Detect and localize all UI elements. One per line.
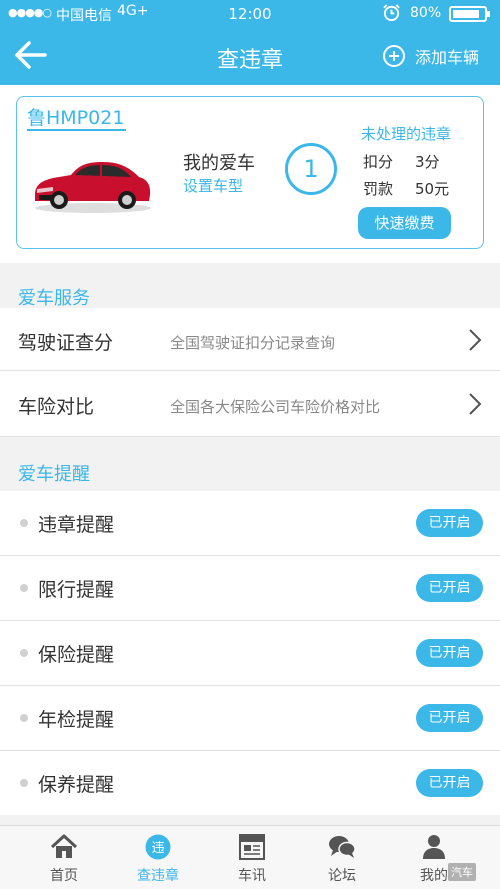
- divider: [0, 370, 500, 371]
- set-model-link[interactable]: 设置车型: [183, 175, 243, 196]
- reminder-name: 限行提醒: [38, 579, 115, 601]
- bullet-dot: [20, 714, 28, 722]
- reminders-section-title: 爱车提醒: [18, 464, 90, 485]
- service-name: 车险对比: [18, 396, 95, 418]
- news-icon: [239, 834, 265, 860]
- add-vehicle-button[interactable]: 添加车辆: [383, 43, 479, 69]
- add-vehicle-label: 添加车辆: [415, 48, 480, 67]
- reminder-name: 年检提醒: [38, 709, 115, 731]
- violation-count: 1: [285, 143, 337, 195]
- reminder-toggle[interactable]: 已开启: [416, 639, 483, 667]
- reminder-item-insurance: 保险提醒 已开启: [0, 621, 500, 685]
- reminder-item-violation: 违章提醒 已开启: [0, 491, 500, 555]
- service-desc: 全国驾驶证扣分记录查询: [170, 334, 336, 352]
- nav-bar: 查违章 添加车辆: [0, 28, 500, 85]
- tab-label: 车讯: [238, 868, 266, 884]
- status-bar: ●●●●○ 中国电信 4G+ 12:00 80%: [0, 0, 500, 28]
- reminder-item-maintenance: 保养提醒 已开启: [0, 751, 500, 815]
- car-card[interactable]: 鲁HMP021 我的爱车 设置车型 1 未处理的违章 扣分 3分 罚款 50元 …: [16, 96, 484, 249]
- bullet-dot: [20, 519, 28, 527]
- deduct-row: 扣分 3分: [363, 151, 463, 172]
- violation-icon: 违: [145, 834, 171, 860]
- bullet-dot: [20, 779, 28, 787]
- services-section-title: 爱车服务: [18, 288, 90, 309]
- tab-violations[interactable]: 违 查违章: [113, 826, 203, 889]
- tab-bar: 首页 违 查违章 车讯 论坛 我的: [0, 825, 500, 889]
- bullet-dot: [20, 584, 28, 592]
- chevron-right-icon: [469, 393, 482, 415]
- deduct-label: 扣分: [363, 153, 394, 171]
- tab-home[interactable]: 首页: [19, 826, 109, 889]
- violation-title: 未处理的违章: [361, 125, 452, 143]
- battery-icon: [449, 6, 490, 22]
- chevron-right-icon: [469, 329, 482, 351]
- tab-label: 首页: [50, 868, 78, 884]
- tab-label: 查违章: [137, 868, 179, 884]
- tab-label: 论坛: [328, 868, 356, 884]
- divider: [0, 436, 500, 437]
- reminder-item-restriction: 限行提醒 已开启: [0, 556, 500, 620]
- fine-value: 50元: [415, 180, 450, 198]
- reminder-name: 违章提醒: [38, 514, 115, 536]
- reminder-toggle[interactable]: 已开启: [416, 574, 483, 602]
- service-item-insurance-compare[interactable]: 车险对比 全国各大保险公司车险价格对比: [0, 372, 500, 437]
- service-desc: 全国各大保险公司车险价格对比: [170, 398, 381, 416]
- reminder-toggle[interactable]: 已开启: [416, 704, 483, 732]
- service-item-license-points[interactable]: 驾驶证查分 全国驾驶证扣分记录查询: [0, 308, 500, 373]
- plate-underline: [27, 129, 126, 131]
- deduct-value: 3分: [415, 153, 440, 171]
- svg-text:违: 违: [151, 841, 164, 856]
- reminder-name: 保养提醒: [38, 774, 115, 796]
- reminder-item-inspection: 年检提醒 已开启: [0, 686, 500, 750]
- reminder-name: 保险提醒: [38, 644, 115, 666]
- quick-pay-button[interactable]: 快速缴费: [358, 207, 451, 239]
- car-name: 我的爱车: [183, 153, 255, 174]
- fine-row: 罚款 50元: [363, 178, 463, 199]
- forum-icon: [329, 836, 356, 858]
- profile-icon: [423, 835, 445, 859]
- bullet-dot: [20, 649, 28, 657]
- reminder-toggle[interactable]: 已开启: [416, 509, 483, 537]
- add-circle-icon: [383, 45, 405, 67]
- tab-news[interactable]: 车讯: [207, 826, 297, 889]
- car-image: [35, 162, 151, 213]
- home-icon: [50, 834, 78, 858]
- alarm-icon: [383, 4, 400, 22]
- plate-number[interactable]: 鲁HMP021: [27, 103, 124, 130]
- service-name: 驾驶证查分: [18, 332, 114, 354]
- reminder-toggle[interactable]: 已开启: [416, 769, 483, 797]
- watermark-text: 汽车: [448, 863, 476, 881]
- battery-percent: 80%: [410, 5, 442, 21]
- tab-forum[interactable]: 论坛: [297, 826, 387, 889]
- fine-label: 罚款: [363, 180, 394, 198]
